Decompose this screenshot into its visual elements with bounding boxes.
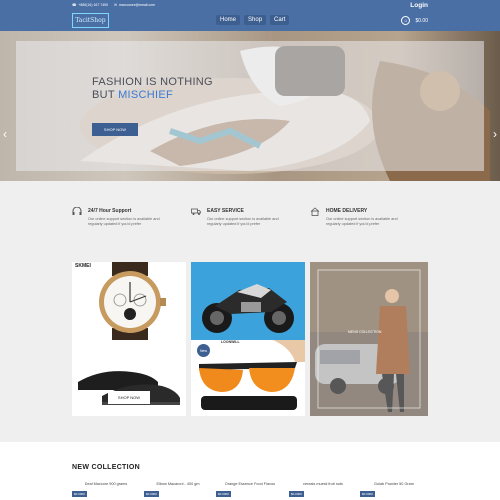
product-price-tag: $0.0000 <box>360 491 375 497</box>
hero-title-prefix: BUT <box>92 89 119 101</box>
email-contact[interactable]: ✉ marcocore@email.com <box>114 3 155 7</box>
hero-title-accent: MISCHIEF <box>118 89 174 101</box>
phone-icon: ☎ <box>72 3 77 7</box>
motorbike-image <box>191 262 305 340</box>
next-slide-icon[interactable]: › <box>493 127 497 141</box>
contact-info: ☎ +880(16) 167 7490 ✉ marcocore@email.com <box>72 3 155 7</box>
shoes-shop-now-button[interactable]: SHOP NOW <box>108 391 150 404</box>
nav-home[interactable]: Home <box>216 15 241 25</box>
truck-icon <box>191 208 201 215</box>
product-name[interactable]: Elbow Macaroni - 400 gm <box>144 482 212 486</box>
sunglasses-tile[interactable]: New LOONWILL <box>191 340 305 416</box>
cart-summary[interactable]: ⌂ $0.00 <box>401 16 428 25</box>
product-name[interactable]: Orange Essence Food Flavou <box>216 482 284 486</box>
mens-collection-image <box>310 262 428 416</box>
prev-slide-icon[interactable]: ‹ <box>3 127 7 141</box>
headset-icon <box>72 207 82 215</box>
cart-total: $0.00 <box>415 17 428 24</box>
features-section: 24/7 Hour Support Our online support sec… <box>0 181 500 442</box>
hero-overlay <box>16 41 484 171</box>
nav-cart[interactable]: Cart <box>270 15 290 25</box>
section-title: NEW COLLECTION <box>72 464 140 471</box>
shopping-bag-icon[interactable]: ⌂ <box>401 16 411 25</box>
feature-description: Our online support section is available … <box>88 217 160 226</box>
home-icon <box>310 207 320 216</box>
feature-description: Our online support section is available … <box>326 217 398 226</box>
email-address[interactable]: marcocore@email.com <box>119 3 155 7</box>
product-card[interactable]: Orange Essence Food Flavou $0.0000 <box>216 482 284 497</box>
product-price-tag: $0.0000 <box>144 491 159 497</box>
site-header: ☎ +880(16) 167 7490 ✉ marcocore@email.com … <box>0 0 500 31</box>
new-collection-section: NEW COLLECTION Deal Maxcore 900 grams $0… <box>0 442 500 500</box>
feature-title: HOME DELIVERY <box>326 208 368 214</box>
watch-brand: SKMEI <box>75 263 91 269</box>
watch-image <box>72 262 186 340</box>
product-card[interactable]: Deal Maxcore 900 grams $0.0000 <box>72 482 140 497</box>
motorbike-tile[interactable] <box>191 262 305 340</box>
phone-contact: ☎ +880(16) 167 7490 <box>72 3 108 7</box>
feature-description: Our online support section is available … <box>207 217 279 226</box>
new-badge: New <box>197 344 210 357</box>
product-name[interactable]: Deal Maxcore 900 grams <box>72 482 140 486</box>
site-logo[interactable]: TacitShop <box>72 13 109 28</box>
nav-shop[interactable]: Shop <box>244 15 267 25</box>
login-link[interactable]: Login <box>410 2 428 9</box>
watch-tile[interactable]: SKMEI <box>72 262 186 340</box>
product-name[interactable]: cereals muesli fruit nuts <box>289 482 357 486</box>
feature-title: 24/7 Hour Support <box>88 208 132 214</box>
product-card[interactable]: Elbow Macaroni - 400 gm $0.0000 <box>144 482 212 497</box>
product-card[interactable]: Gulab Powder 50 Gram $0.0000 <box>360 482 428 497</box>
sunglasses-brand: LOONWILL <box>221 340 240 344</box>
phone-number: +880(16) 167 7490 <box>78 3 109 7</box>
mens-collection-label: MENS COLLECTION <box>348 330 382 334</box>
mens-collection-tile[interactable]: MENS COLLECTION <box>310 262 428 416</box>
product-price-tag: $0.0000 <box>289 491 304 497</box>
feature-title: EASY SERVICE <box>207 208 244 214</box>
product-name[interactable]: Gulab Powder 50 Gram <box>360 482 428 486</box>
main-nav: Home Shop Cart <box>216 15 290 25</box>
hero-shop-now-button[interactable]: SHOP NOW <box>92 123 138 136</box>
shoes-tile[interactable]: SHOP NOW <box>72 340 186 416</box>
shoes-image <box>72 340 186 416</box>
product-price-tag: $0.0000 <box>72 491 87 497</box>
mail-icon: ✉ <box>114 3 117 7</box>
hero-slider: ‹ › <box>0 31 500 181</box>
product-card[interactable]: cereals muesli fruit nuts $0.0000 <box>289 482 357 497</box>
product-price-tag: $0.0000 <box>216 491 231 497</box>
hero-title: FASHION IS NOTHING BUT MISCHIEF <box>92 76 213 102</box>
hero-title-line1: FASHION IS NOTHING <box>92 76 213 88</box>
